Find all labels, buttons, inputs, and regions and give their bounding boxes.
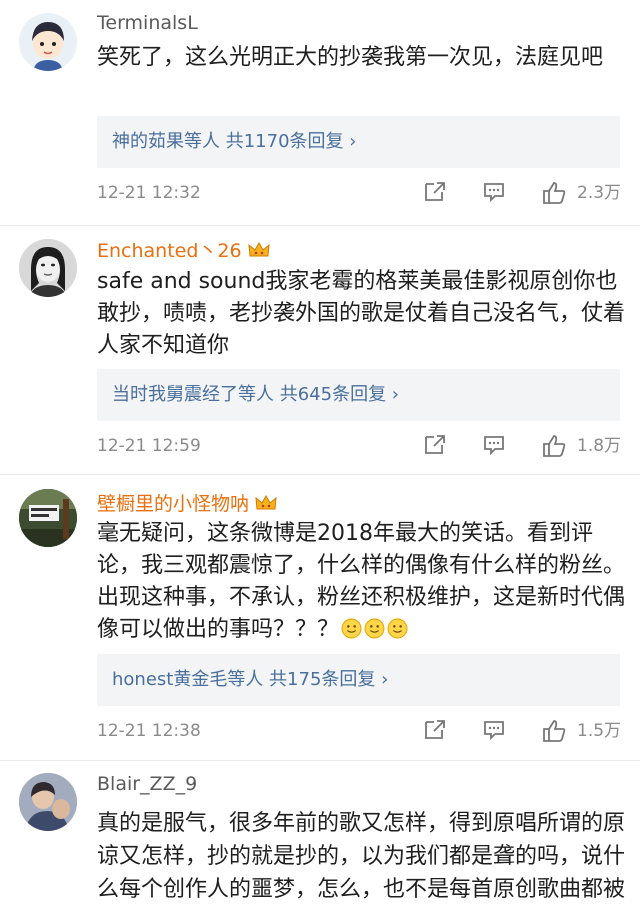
comment-text: 毫无疑问，这条微博是2018年最大的笑话。看到评论，我三观都震惊了，什么样的偶像… xyxy=(97,518,627,646)
comment-item: Blair_ZZ_9 真的是服气，很多年前的歌又怎样，得到原唱所谓的原谅又怎样，… xyxy=(0,761,640,905)
share-icon[interactable] xyxy=(423,180,447,204)
divider xyxy=(0,474,640,475)
avatar[interactable] xyxy=(19,239,77,297)
photo-avatar-icon xyxy=(19,489,77,547)
smile-emoji-icon xyxy=(364,618,385,639)
vip-crown-icon xyxy=(248,241,270,256)
share-icon[interactable] xyxy=(423,718,447,742)
username[interactable]: Blair_ZZ_9 xyxy=(97,773,197,795)
avatar[interactable] xyxy=(19,13,77,71)
timestamp: 12-21 12:32 xyxy=(97,183,201,203)
username-text: Enchanted丶26 xyxy=(97,240,242,262)
avatar[interactable] xyxy=(19,489,77,547)
username-text: 壁橱里的小怪物呐 xyxy=(97,493,250,515)
comment-text: safe and sound我家老霉的格莱美最佳影视原创你也敢抄，啧啧，老抄袭外… xyxy=(97,269,626,358)
like-count: 2.3万 xyxy=(577,183,622,203)
timestamp: 12-21 12:38 xyxy=(97,721,201,741)
thumbs-up-icon[interactable] xyxy=(541,180,567,206)
replies-link[interactable]: 神的茹果等人 共1170条回复 › xyxy=(97,116,620,168)
share-icon[interactable] xyxy=(423,433,447,457)
comment-meta: 12-21 12:32 2.3万 xyxy=(97,178,627,208)
username[interactable]: 壁橱里的小怪物呐 xyxy=(97,489,277,516)
comment-meta: 12-21 12:59 1.8万 xyxy=(97,431,627,461)
comment-icon[interactable] xyxy=(482,433,506,457)
username[interactable]: Enchanted丶26 xyxy=(97,236,270,263)
comment-icon[interactable] xyxy=(482,718,506,742)
comment-item: TerminalsL 笑死了，这么光明正大的抄袭我第一次见，法庭见吧 神的茹果等… xyxy=(0,0,640,226)
portrait-avatar-icon xyxy=(19,239,77,297)
like-count: 1.8万 xyxy=(577,436,622,456)
smile-emoji-icon xyxy=(341,618,362,639)
thumbs-up-icon[interactable] xyxy=(541,433,567,459)
comment-text: 真的是服气，很多年前的歌又怎样，得到原唱所谓的原谅又怎样，抄的就是抄的，以为我们… xyxy=(97,811,626,902)
comment-item: 壁橱里的小怪物呐 毫无疑问，这条微博是2018年最大的笑话。看到评论，我三观都震… xyxy=(0,476,640,761)
replies-link[interactable]: 当时我舅震经了等人 共645条回复 › xyxy=(97,369,620,421)
username[interactable]: TerminalsL xyxy=(97,12,198,34)
smile-emoji-icon xyxy=(387,618,408,639)
replies-link[interactable]: honest黄金毛等人 共175条回复 › xyxy=(97,654,620,706)
timestamp: 12-21 12:59 xyxy=(97,436,201,456)
vip-crown-icon xyxy=(255,494,277,509)
like-count: 1.5万 xyxy=(577,721,622,741)
photo-avatar-icon xyxy=(19,773,77,831)
comment-text: 笑死了，这么光明正大的抄袭我第一次见，法庭见吧 xyxy=(97,45,604,70)
avatar[interactable] xyxy=(19,773,77,831)
thumbs-up-icon[interactable] xyxy=(541,718,567,744)
cartoon-boy-avatar-icon xyxy=(19,13,77,71)
comment-icon[interactable] xyxy=(482,180,506,204)
comment-item: Enchanted丶26 safe and sound我家老霉的格莱美最佳影视原… xyxy=(0,226,640,476)
comment-meta: 12-21 12:38 1.5万 xyxy=(97,716,627,746)
